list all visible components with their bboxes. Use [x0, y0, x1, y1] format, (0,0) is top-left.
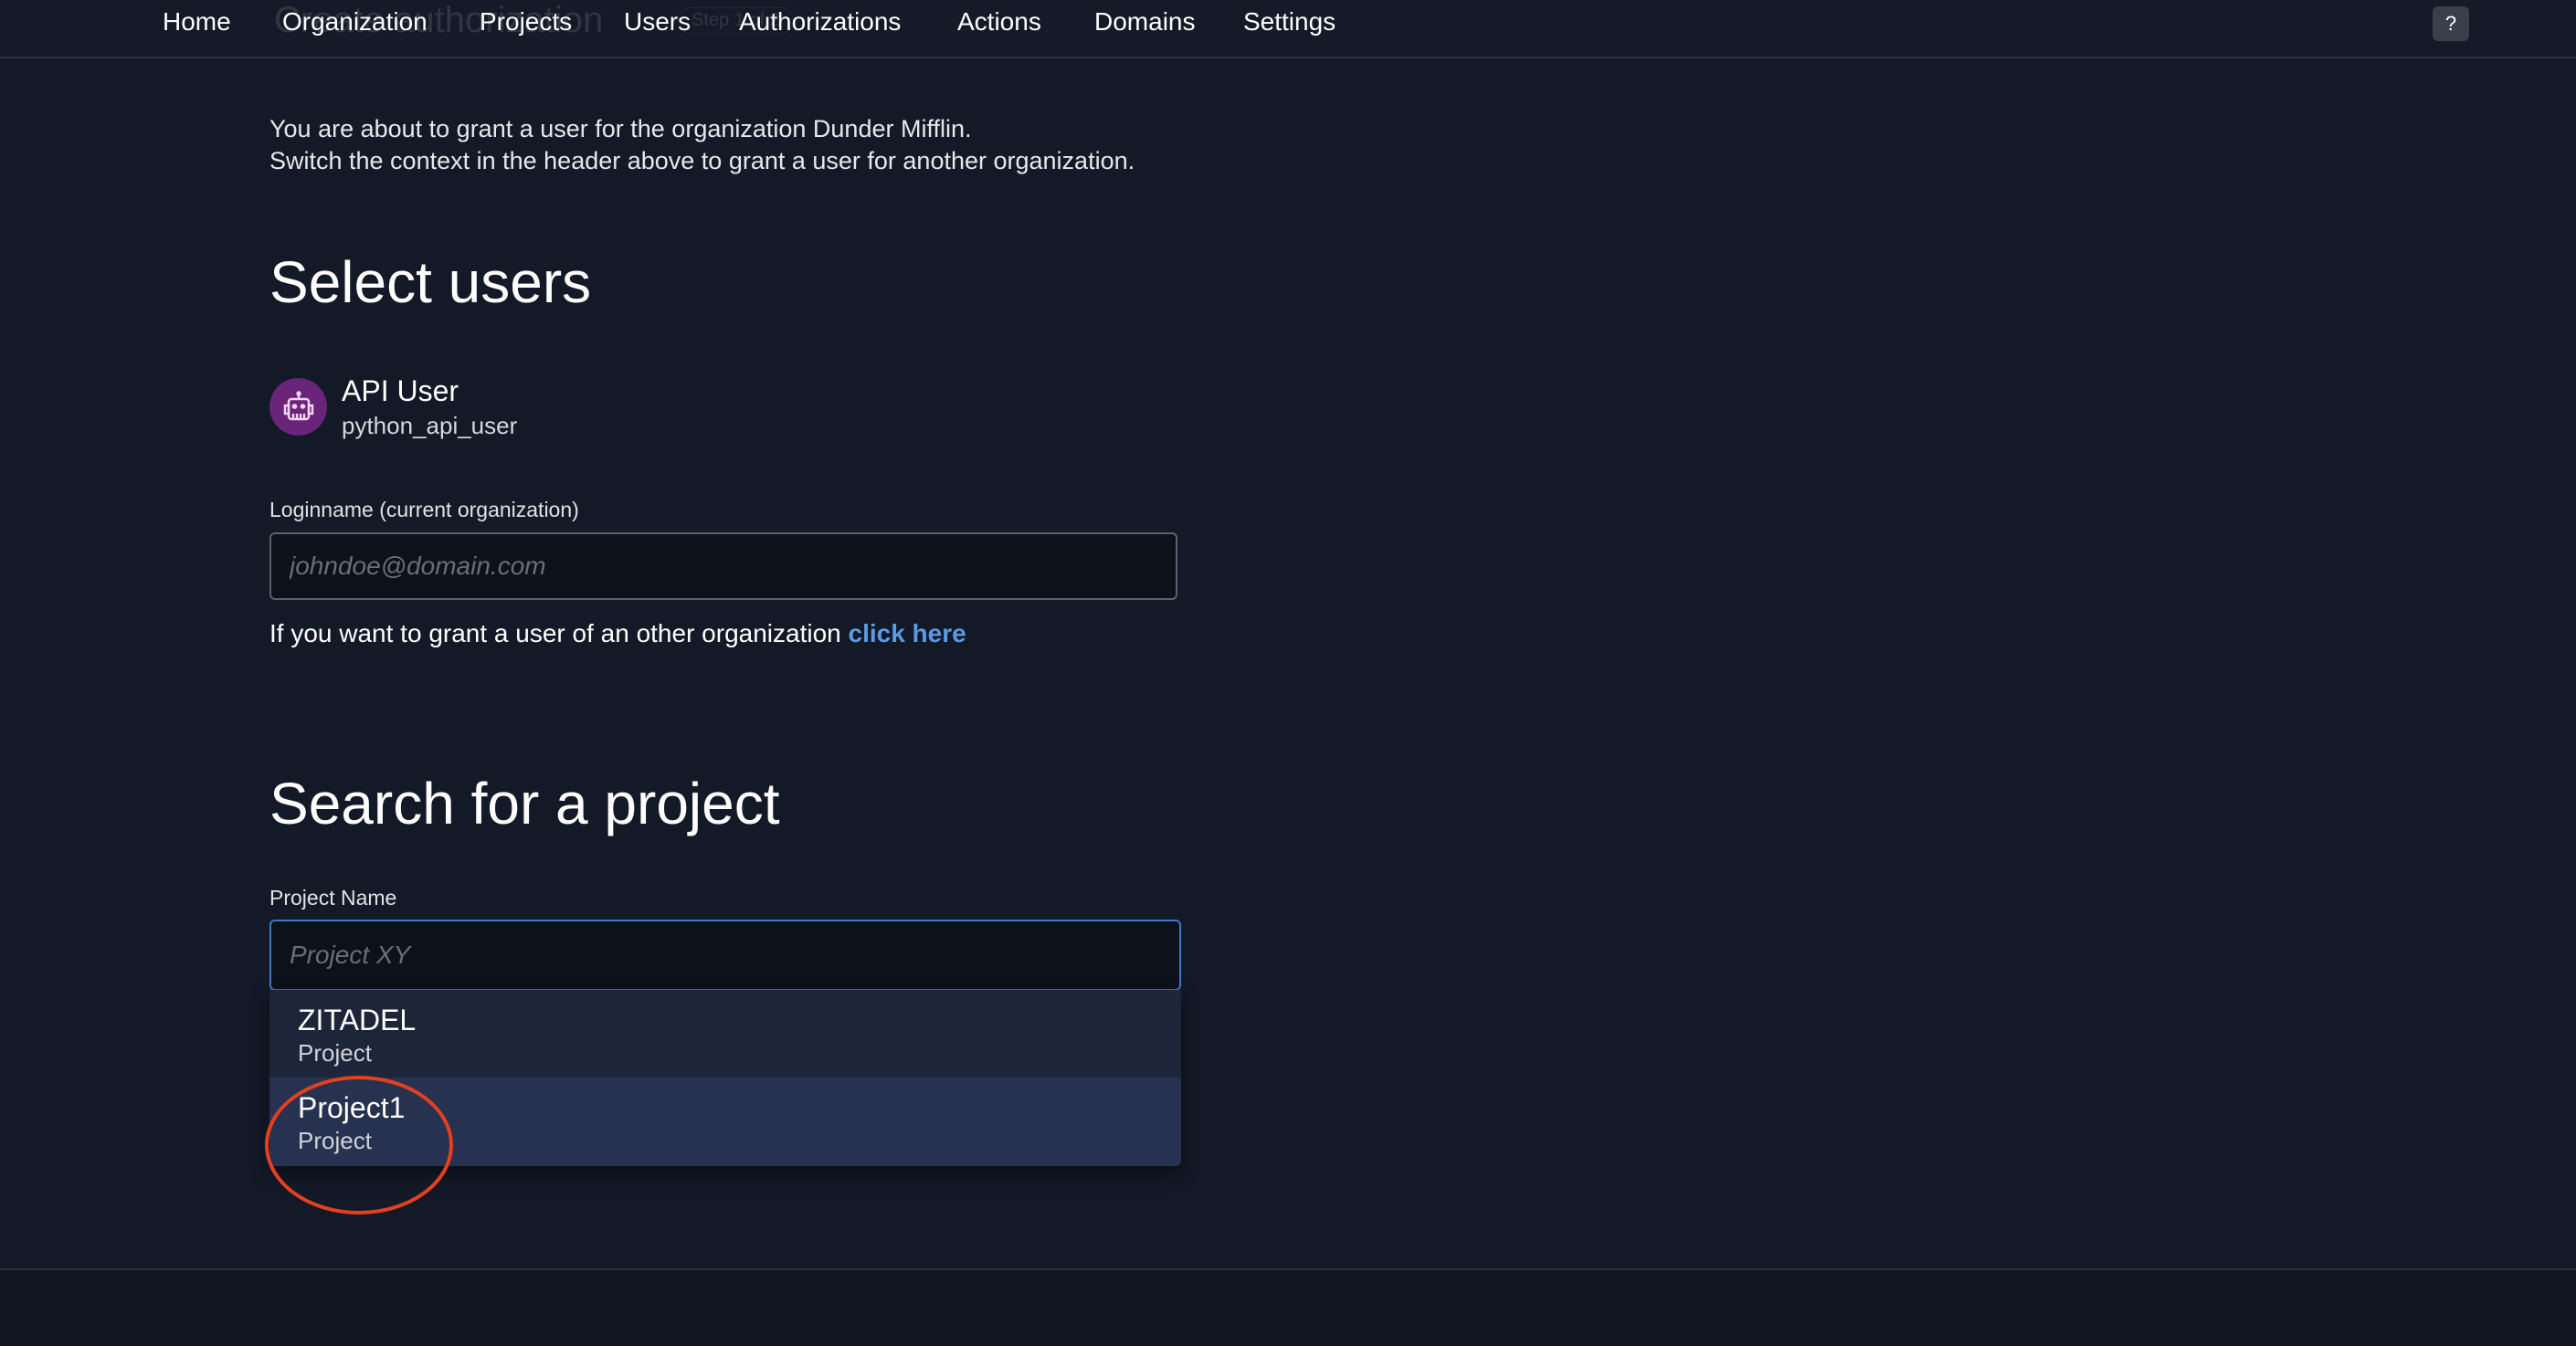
nav-projects[interactable]: Projects	[480, 7, 572, 37]
hint-text: If you want to grant a user of an other …	[269, 619, 849, 647]
loginname-input[interactable]	[269, 532, 1177, 600]
project-name-label: Project Name	[269, 886, 397, 910]
project-option-project1[interactable]: Project1 Project	[269, 1078, 1181, 1166]
user-login: python_api_user	[342, 412, 518, 439]
nav-domains[interactable]: Domains	[1094, 7, 1195, 37]
nav-actions[interactable]: Actions	[957, 7, 1041, 37]
option-name: ZITADEL	[298, 1004, 417, 1036]
project-dropdown: ZITADEL Project Project1 Project	[269, 990, 1181, 1166]
project-name-input[interactable]	[269, 920, 1181, 991]
footer	[0, 1268, 2576, 1346]
click-here-link[interactable]: click here	[849, 619, 966, 647]
project-option-zitadel[interactable]: ZITADEL Project	[269, 990, 1181, 1078]
nav-organization[interactable]: Organization	[282, 7, 428, 37]
other-org-hint: If you want to grant a user of an other …	[269, 619, 966, 648]
nav-home[interactable]: Home	[163, 7, 231, 37]
avatar	[269, 378, 327, 436]
select-users-title: Select users	[269, 249, 592, 315]
intro-text: You are about to grant a user for the or…	[269, 113, 1135, 177]
option-type: Project	[298, 1127, 372, 1154]
search-project-title: Search for a project	[269, 771, 780, 836]
help-button[interactable]: ?	[2433, 6, 2469, 41]
intro-line-1: You are about to grant a user for the or…	[269, 115, 972, 142]
loginname-label: Loginname (current organization)	[269, 498, 579, 521]
option-name: Project1	[298, 1091, 406, 1124]
intro-line-2: Switch the context in the header above t…	[269, 147, 1135, 174]
nav-settings[interactable]: Settings	[1243, 7, 1336, 37]
nav-users[interactable]: Users	[624, 7, 691, 37]
nav-authorizations[interactable]: Authorizations	[739, 7, 901, 37]
top-nav: Create authorization Step 1 of 2 Home Or…	[0, 0, 2576, 58]
option-type: Project	[298, 1039, 372, 1067]
user-name: API User	[342, 374, 459, 407]
robot-icon	[283, 390, 313, 420]
